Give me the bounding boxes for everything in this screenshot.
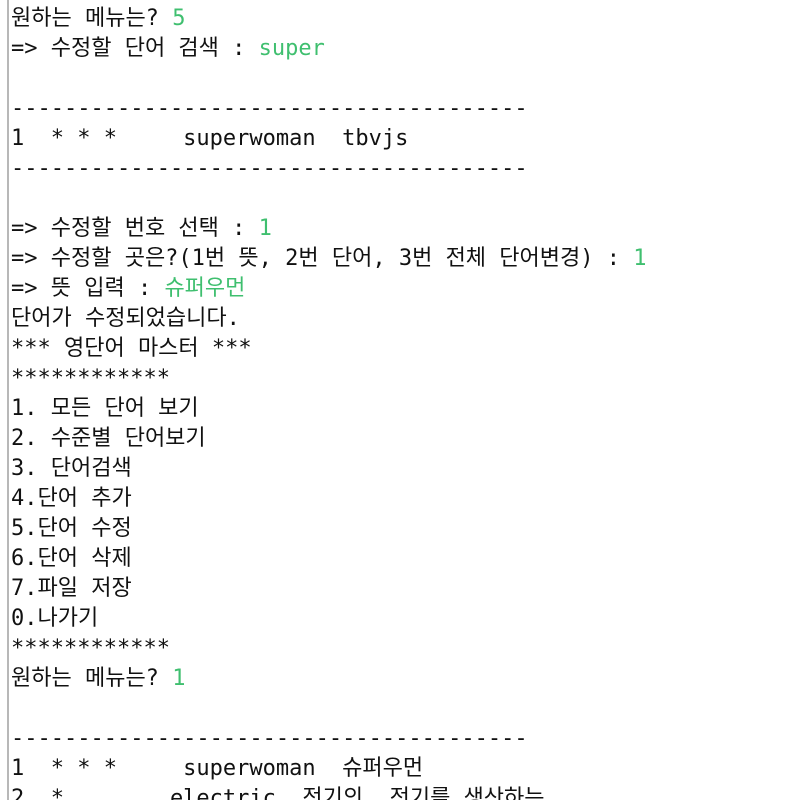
output-text: --------------------------------------- <box>11 156 528 181</box>
user-input: super <box>258 36 325 61</box>
word-row: 2 * electric 전기의, 전기를 생산하는 <box>11 784 794 800</box>
output-text: ************ <box>11 366 170 391</box>
user-input: 슈퍼우먼 <box>164 276 246 301</box>
output-text: 1. 모든 단어 보기 <box>11 396 199 421</box>
menu-separator: ************ <box>11 634 794 664</box>
window-left-border <box>7 0 9 800</box>
word-row: 1 * * * superwoman tbvjs <box>11 124 794 154</box>
user-input: 1 <box>172 666 186 691</box>
user-input: 1 <box>258 216 272 241</box>
menu-item: 2. 수준별 단어보기 <box>11 424 794 454</box>
output-text: 원하는 메뉴는? <box>11 666 173 691</box>
menu-item: 7.파일 저장 <box>11 574 794 604</box>
output-text: *** 영단어 마스터 *** <box>11 336 252 361</box>
output-text: => 수정할 곳은?(1번 뜻, 2번 단어, 3번 전체 단어변경) : <box>11 246 634 271</box>
console-line: => 수정할 단어 검색 : super <box>11 34 794 64</box>
output-text: ************ <box>11 636 170 661</box>
output-text: 4.단어 추가 <box>11 486 132 511</box>
menu-item: 4.단어 추가 <box>11 484 794 514</box>
menu-item: 5.단어 수정 <box>11 514 794 544</box>
divider-line: --------------------------------------- <box>11 154 794 184</box>
output-text: 2. 수준별 단어보기 <box>11 426 206 451</box>
console-line: 원하는 메뉴는? 5 <box>11 4 794 34</box>
output-text: 2 * electric 전기의, 전기를 생산하는 <box>11 786 545 800</box>
menu-separator: ************ <box>11 364 794 394</box>
console-line: 단어가 수정되었습니다. <box>11 304 794 334</box>
output-text: --------------------------------------- <box>11 96 528 121</box>
menu-item: 1. 모든 단어 보기 <box>11 394 794 424</box>
output-text: 단어가 수정되었습니다. <box>11 306 240 331</box>
output-text: 7.파일 저장 <box>11 576 132 601</box>
terminal-window[interactable]: 원하는 메뉴는? 5 => 수정할 단어 검색 : super --------… <box>0 0 794 800</box>
console-line: 원하는 메뉴는? 1 <box>11 664 794 694</box>
menu-title: *** 영단어 마스터 *** <box>11 334 794 364</box>
output-text: => 수정할 번호 선택 : <box>11 216 259 241</box>
menu-item: 6.단어 삭제 <box>11 544 794 574</box>
output-text: 0.나가기 <box>11 606 99 631</box>
user-input: 1 <box>633 246 647 271</box>
output-text: 5.단어 수정 <box>11 516 132 541</box>
word-row: 1 * * * superwoman 슈퍼우먼 <box>11 754 794 784</box>
divider-line: --------------------------------------- <box>11 724 794 754</box>
output-text: --------------------------------------- <box>11 726 528 751</box>
output-text: 원하는 메뉴는? <box>11 6 173 31</box>
divider-line: --------------------------------------- <box>11 94 794 124</box>
menu-item: 0.나가기 <box>11 604 794 634</box>
menu-item: 3. 단어검색 <box>11 454 794 484</box>
console-line: => 수정할 번호 선택 : 1 <box>11 214 794 244</box>
output-text: 6.단어 삭제 <box>11 546 132 571</box>
user-input: 5 <box>172 6 186 31</box>
output-text: 1 * * * superwoman 슈퍼우먼 <box>11 756 424 781</box>
console-line: => 수정할 곳은?(1번 뜻, 2번 단어, 3번 전체 단어변경) : 1 <box>11 244 794 274</box>
console-output: 원하는 메뉴는? 5 => 수정할 단어 검색 : super --------… <box>11 4 794 800</box>
output-text: 3. 단어검색 <box>11 456 132 481</box>
output-text: => 뜻 입력 : <box>11 276 165 301</box>
output-text: => 수정할 단어 검색 : <box>11 36 259 61</box>
output-text: 1 * * * superwoman tbvjs <box>11 126 409 151</box>
console-line: => 뜻 입력 : 슈퍼우먼 <box>11 274 794 304</box>
